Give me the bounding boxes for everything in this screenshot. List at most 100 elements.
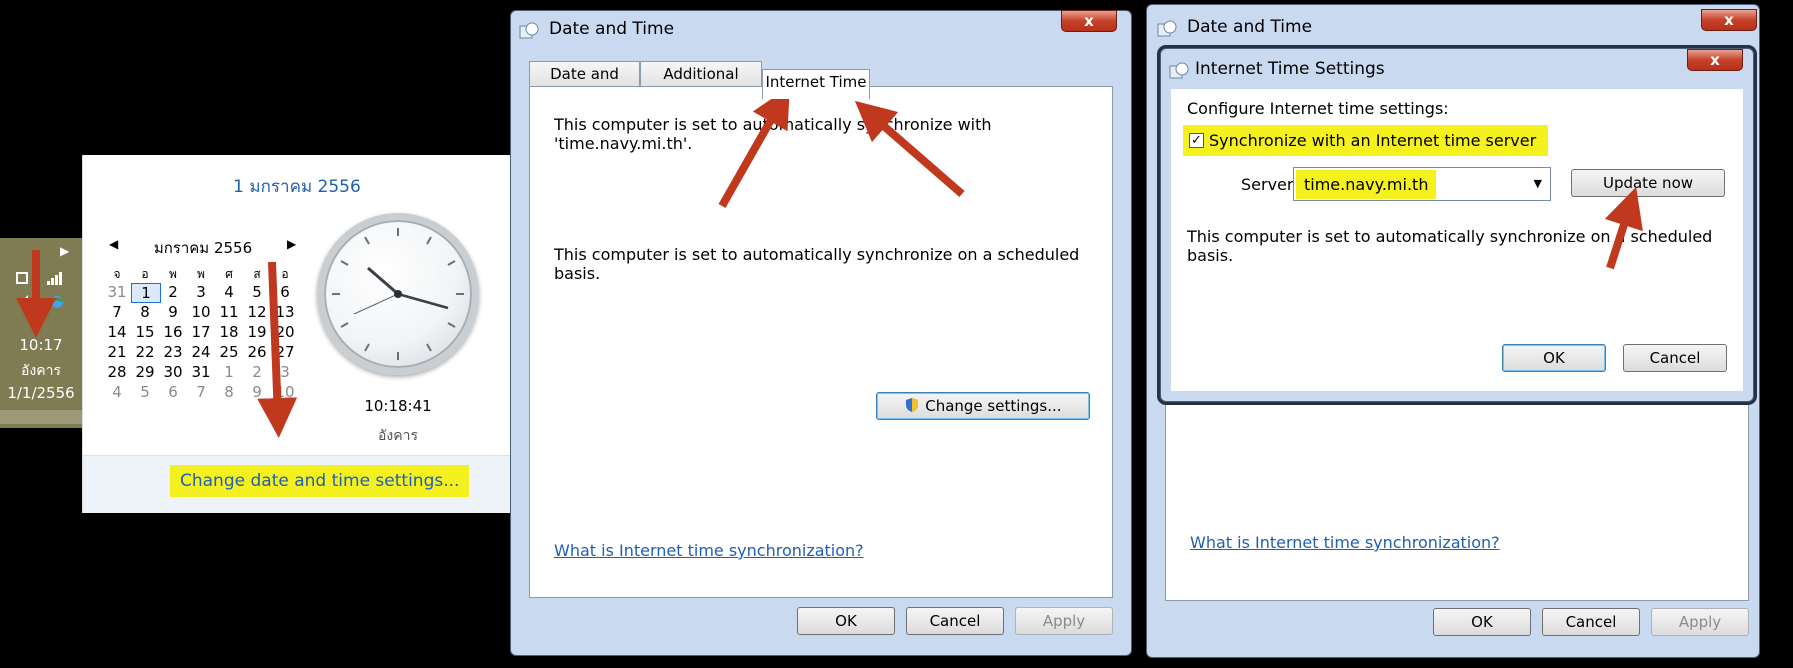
calendar-day[interactable]: 7 xyxy=(103,303,131,321)
calendar-day[interactable]: 5 xyxy=(131,383,159,401)
schedule-text: This computer is set to automatically sy… xyxy=(1187,227,1713,265)
weekday-header: ส xyxy=(253,267,261,281)
calendar-day[interactable]: 25 xyxy=(215,343,243,361)
calendar-day[interactable]: 28 xyxy=(103,363,131,381)
calendar-day-today[interactable]: 1 xyxy=(131,283,161,303)
calendar-day[interactable]: 2 xyxy=(159,283,187,301)
calendar-day[interactable]: 29 xyxy=(131,363,159,381)
tab-date-and-time[interactable]: Date and Time xyxy=(529,61,640,107)
ok-button[interactable]: OK xyxy=(797,607,895,635)
taskbar-weekday[interactable]: อังคาร xyxy=(0,360,82,382)
network-signal-icon[interactable] xyxy=(46,270,64,286)
analog-clock xyxy=(317,213,479,375)
calendar-grid: จ อ พ พ ศ ส อ 31 1 2 3 4 5 6 7 8 9 10 11… xyxy=(103,265,299,445)
calendar-day[interactable]: 4 xyxy=(103,383,131,401)
change-settings-button[interactable]: Change settings... xyxy=(876,392,1090,420)
calendar-day[interactable]: 31 xyxy=(103,283,131,301)
server-combobox[interactable]: time.navy.mi.th ▼ xyxy=(1293,167,1551,201)
calendar-day[interactable]: 7 xyxy=(187,383,215,401)
calendar-day[interactable]: 8 xyxy=(131,303,159,321)
schedule-text: This computer is set to automatically sy… xyxy=(554,245,1080,283)
server-label: Server: xyxy=(1241,175,1299,194)
calendar-day[interactable]: 14 xyxy=(103,323,131,341)
calendar-day[interactable]: 30 xyxy=(159,363,187,381)
calendar-day[interactable]: 17 xyxy=(187,323,215,341)
internet-time-settings-dialog: Internet Time Settings x Configure Inter… xyxy=(1160,48,1754,402)
calendar-day[interactable]: 21 xyxy=(103,343,131,361)
chevron-down-icon[interactable]: ▼ xyxy=(1534,177,1542,190)
calendar-day[interactable]: 2 xyxy=(243,363,271,381)
tab-additional-clocks[interactable]: Additional Clocks xyxy=(640,61,762,107)
sync-checkbox-row[interactable]: ✓ Synchronize with an Internet time serv… xyxy=(1183,125,1549,156)
previous-month-icon[interactable]: ◀ xyxy=(109,237,118,251)
taskbar-time[interactable]: 10:17 xyxy=(0,336,82,354)
next-month-icon[interactable]: ▶ xyxy=(287,237,296,251)
calendar-day[interactable]: 13 xyxy=(271,303,299,321)
help-link[interactable]: What is Internet time synchronization? xyxy=(1190,533,1500,552)
tab-internet-time[interactable]: Internet Time xyxy=(762,69,870,99)
clock-digital-time: 10:18:41 xyxy=(364,397,432,415)
calendar-day[interactable]: 26 xyxy=(243,343,271,361)
help-link[interactable]: What is Internet time synchronization? xyxy=(554,541,864,560)
uac-shield-icon xyxy=(906,398,919,412)
calendar-day[interactable]: 6 xyxy=(271,283,299,301)
calendar-day[interactable]: 1 xyxy=(215,363,243,381)
weekday-header: อ xyxy=(281,267,289,281)
calendar-day[interactable]: 20 xyxy=(271,323,299,341)
date-time-app-icon xyxy=(519,22,539,39)
sync-checkbox[interactable]: ✓ xyxy=(1189,133,1204,148)
cancel-button[interactable]: Cancel xyxy=(906,607,1004,635)
taskbar-date[interactable]: 1/1/2556 xyxy=(0,384,82,402)
calendar-day[interactable]: 24 xyxy=(187,343,215,361)
action-center-flag-icon[interactable] xyxy=(14,270,32,286)
window-title: Internet Time Settings xyxy=(1195,59,1385,79)
cancel-button[interactable]: Cancel xyxy=(1542,608,1640,636)
settings-heading: Configure Internet time settings: xyxy=(1187,99,1449,118)
calendar-popup: 1 มกราคม 2556 ◀ มกราคม 2556 ▶ จ อ พ พ ศ … xyxy=(82,155,511,513)
close-button[interactable]: x xyxy=(1701,9,1757,31)
apply-button[interactable]: Apply xyxy=(1015,607,1113,635)
calendar-day[interactable]: 12 xyxy=(243,303,271,321)
calendar-day[interactable]: 4 xyxy=(215,283,243,301)
calendar-day[interactable]: 18 xyxy=(215,323,243,341)
calendar-day[interactable]: 10 xyxy=(187,303,215,321)
window-title: Date and Time xyxy=(1187,17,1313,37)
close-button[interactable]: x xyxy=(1061,10,1117,32)
taskbar-clock-area[interactable]: ▶ 10:17 อังคาร 1/1/2556 xyxy=(0,238,82,428)
network-globe-icon[interactable] xyxy=(48,294,66,310)
weekday-header: จ xyxy=(113,267,121,281)
apply-button[interactable]: Apply xyxy=(1651,608,1749,636)
calendar-day[interactable]: 8 xyxy=(215,383,243,401)
calendar-day[interactable]: 5 xyxy=(243,283,271,301)
calendar-day[interactable]: 23 xyxy=(159,343,187,361)
calendar-day[interactable]: 11 xyxy=(215,303,243,321)
calendar-day[interactable]: 27 xyxy=(271,343,299,361)
weekday-header: พ xyxy=(169,267,177,281)
calendar-day[interactable]: 6 xyxy=(159,383,187,401)
calendar-day[interactable]: 3 xyxy=(187,283,215,301)
calendar-day[interactable]: 31 xyxy=(187,363,215,381)
ok-button[interactable]: OK xyxy=(1502,344,1606,372)
calendar-day[interactable]: 16 xyxy=(159,323,187,341)
full-date-link[interactable]: 1 มกราคม 2556 xyxy=(83,173,511,200)
calendar-day[interactable]: 9 xyxy=(159,303,187,321)
calendar-day[interactable]: 10 xyxy=(271,383,299,401)
calendar-day[interactable]: 9 xyxy=(243,383,271,401)
internet-time-panel: This computer is set to automatically sy… xyxy=(529,86,1113,598)
weekday-header: พ xyxy=(197,267,205,281)
cancel-button[interactable]: Cancel xyxy=(1623,344,1727,372)
calendar-day[interactable]: 19 xyxy=(243,323,271,341)
calendar-day[interactable]: 22 xyxy=(131,343,159,361)
calendar-day[interactable]: 3 xyxy=(271,363,299,381)
calendar-footer: Change date and time settings... xyxy=(83,455,511,513)
change-date-time-settings-link[interactable]: Change date and time settings... xyxy=(170,465,470,497)
update-now-button[interactable]: Update now xyxy=(1571,169,1725,197)
month-label[interactable]: มกราคม 2556 xyxy=(123,236,283,260)
show-hidden-icons-icon[interactable]: ▶ xyxy=(60,244,69,258)
volume-icon[interactable] xyxy=(18,294,36,310)
server-input[interactable]: time.navy.mi.th xyxy=(1296,170,1437,199)
ok-button[interactable]: OK xyxy=(1433,608,1531,636)
close-button[interactable]: x xyxy=(1687,49,1743,71)
calendar-day[interactable]: 15 xyxy=(131,323,159,341)
sync-status-text: This computer is set to automatically sy… xyxy=(554,115,992,153)
